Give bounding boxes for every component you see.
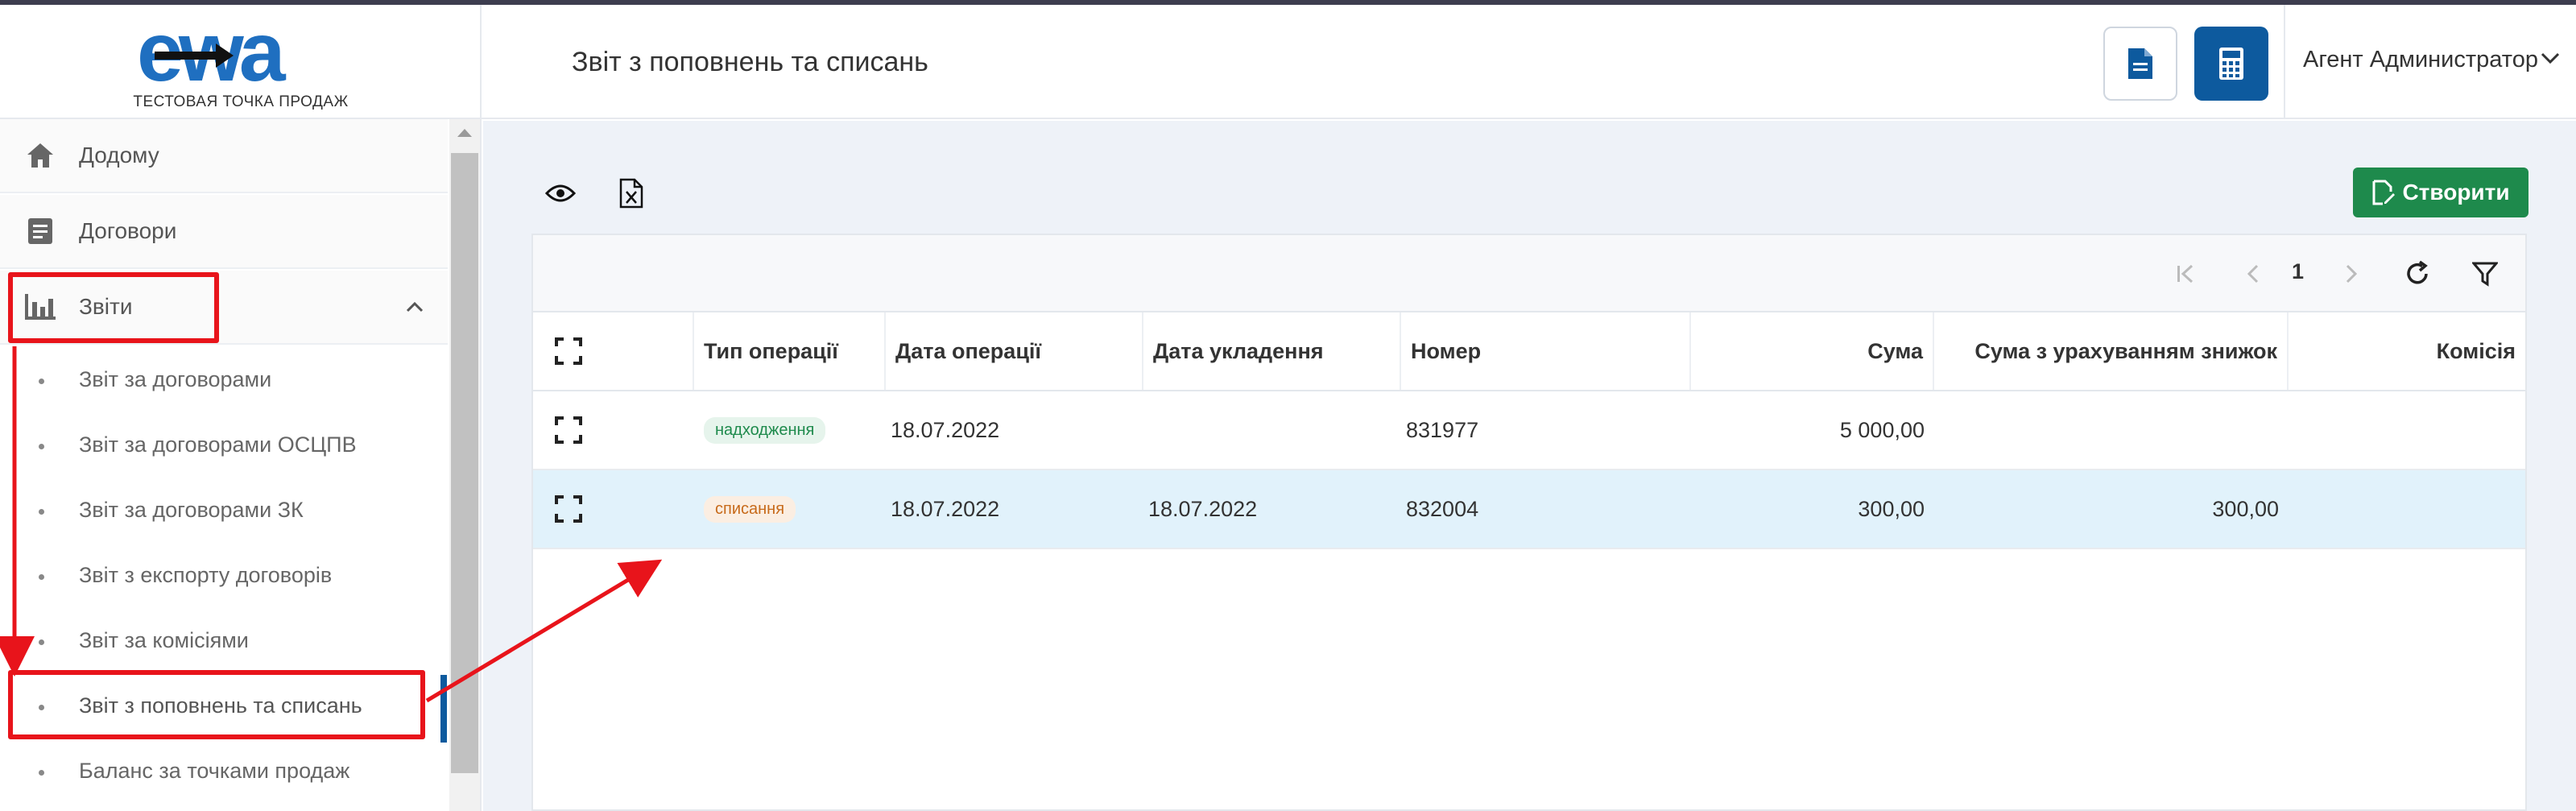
excel-file-icon [619,178,643,209]
op-date-cell: 18.07.2022 [891,417,1000,442]
sidebar-subitem-oscpv-report[interactable]: Звіт за договорами ОСЦПВ [0,413,448,478]
column-header-sum-discount[interactable]: Сума з урахуванням знижок [1934,312,2289,390]
chevron-down-icon [2541,52,2560,64]
sidebar-item-label: Додому [79,143,159,168]
logo[interactable]: ewa ТЕСТОВАЯ ТОЧКА ПРОДАЖ [0,5,482,119]
report-grid: 1 Тип операції Дата операції Дата укладе… [531,234,2527,811]
ewa-logo-icon: ewa [137,16,292,97]
expand-icon [555,337,582,365]
commission-cell [2289,470,2525,548]
create-button[interactable]: Створити [2353,168,2528,217]
sidebar-subitem-contracts-report[interactable]: Звіт за договорами [0,348,448,413]
eye-icon [545,184,576,202]
user-name: Агент Администратор [2303,47,2538,72]
chevron-up-icon [406,301,424,312]
bullet-icon [39,574,44,580]
expand-column-header[interactable] [533,312,694,390]
status-badge: надходження [704,416,826,444]
document-icon [2128,48,2152,79]
scrollbar-thumb[interactable] [451,153,478,773]
status-badge: списання [704,495,796,523]
first-page-icon [2177,264,2194,283]
sidebar-item-home[interactable]: Додому [0,119,448,193]
calculator-button[interactable] [2194,27,2268,101]
documents-button[interactable] [2103,27,2177,101]
table-row[interactable]: списання 18.07.2022 18.07.2022 832004 30… [533,470,2525,549]
table-header: Тип операції Дата операції Дата укладенн… [533,312,2525,391]
sidebar-subitem-label: Звіт за договорами ЗК [79,498,304,522]
view-button[interactable] [541,174,580,213]
sidebar-subitem-export-report[interactable]: Звіт з експорту договорів [0,544,448,609]
contract-date-cell: 18.07.2022 [1148,496,1258,521]
export-excel-button[interactable] [612,174,651,213]
column-header-contract-date[interactable]: Дата укладення [1143,312,1401,390]
expand-icon[interactable] [554,494,583,523]
bullet-icon [39,444,44,449]
first-page-button[interactable] [2168,256,2203,292]
sidebar-subitem-label: Звіт з експорту договорів [79,563,333,587]
sidebar-item-contracts[interactable]: Договори [0,195,448,269]
sum-cell: 5 000,00 [1839,417,1925,442]
sum-discount-cell: 300,00 [2212,496,2279,521]
sum-discount-cell [1934,391,2289,469]
bullet-icon [39,509,44,515]
bullet-icon [39,639,44,645]
scroll-up-icon[interactable] [457,129,472,137]
sidebar-subitem-label: Баланс за точками продаж [79,759,350,783]
calculator-icon [2219,48,2243,80]
current-page: 1 [2292,259,2305,283]
expand-icon[interactable] [554,416,583,445]
contract-date-cell [1139,391,1396,469]
commission-cell [2289,391,2525,469]
sidebar-subitem-label: Звіт за договорами [79,367,272,391]
chevron-left-icon [2247,264,2259,283]
column-header-commission[interactable]: Комісія [2289,312,2525,390]
chevron-right-icon [2346,264,2358,283]
sum-cell: 300,00 [1858,496,1925,521]
document-icon [24,215,56,247]
sidebar-scrollbar[interactable] [449,119,480,811]
sidebar-subitem-label: Звіт за договорами ОСЦПВ [79,432,357,457]
active-indicator [440,675,447,743]
refresh-icon [2407,260,2428,284]
op-date-cell: 18.07.2022 [891,496,1000,521]
pager-bar: 1 [533,235,2525,312]
refresh-button[interactable] [2400,256,2435,292]
type-cell: надходження [694,391,886,469]
sidebar-subitem-label: Звіт за комісіями [79,628,249,652]
sidebar-subitem-balance-report[interactable]: Баланс за точками продаж [0,739,448,805]
sidebar-item-label: Договори [79,218,177,243]
next-page-button[interactable] [2334,256,2369,292]
column-header-sum[interactable]: Сума [1691,312,1934,390]
app-header: ewa ТЕСТОВАЯ ТОЧКА ПРОДАЖ Звіт з поповне… [0,5,2576,119]
column-header-type[interactable]: Тип операції [694,312,886,390]
sidebar-subitem-commission-report[interactable]: Звіт за комісіями [0,609,448,674]
number-cell: 832004 [1406,496,1479,521]
page-title: Звіт з поповнень та списань [572,47,928,77]
main-content: Створити 1 Тип операції Дата операції Да… [483,121,2576,811]
create-button-label: Створити [2402,180,2510,205]
annotation-box-active-report [8,670,425,739]
column-header-op-date[interactable]: Дата операції [886,312,1143,390]
logo-subtitle: ТЕСТОВАЯ ТОЧКА ПРОДАЖ [133,93,349,110]
filter-button[interactable] [2467,256,2503,292]
prev-page-button[interactable] [2235,256,2271,292]
table-row[interactable]: надходження 18.07.2022 831977 5 000,00 [533,391,2525,470]
filter-icon [2472,262,2498,287]
annotation-box-reports [8,272,219,343]
user-menu[interactable]: Агент Администратор [2284,5,2576,119]
bullet-icon [39,770,44,776]
bullet-icon [39,379,44,384]
type-cell: списання [694,470,886,548]
sidebar-subitem-zk-report[interactable]: Звіт за договорами ЗК [0,478,448,544]
column-header-number[interactable]: Номер [1401,312,1691,390]
number-cell: 831977 [1406,417,1479,442]
new-document-icon [2372,180,2396,205]
home-icon [24,139,56,172]
